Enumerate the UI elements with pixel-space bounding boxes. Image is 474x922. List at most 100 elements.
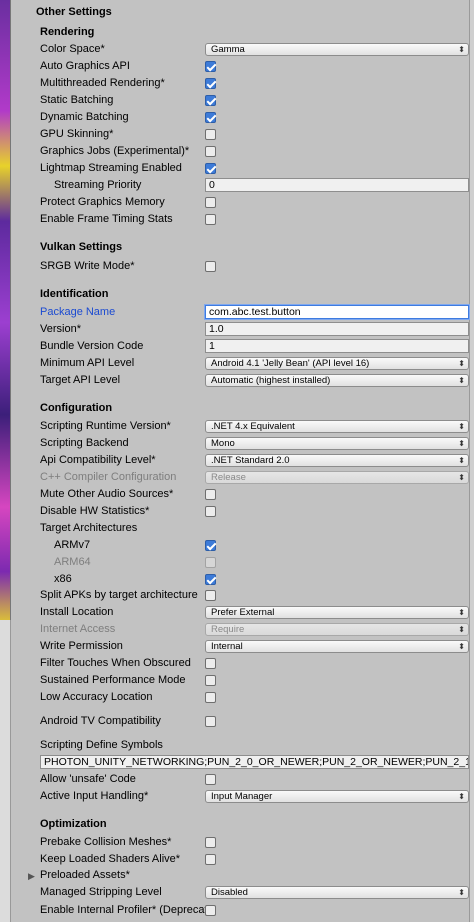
sustained-perf-label: Sustained Performance Mode	[40, 674, 186, 686]
dynamic-batching-label: Dynamic Batching	[40, 111, 129, 123]
sustained-perf-checkbox[interactable]	[205, 675, 216, 686]
dropdown-arrows-icon: ⬍	[458, 888, 465, 897]
mute-audio-label: Mute Other Audio Sources*	[40, 488, 174, 500]
color-space-label: Color Space*	[40, 43, 105, 55]
package-name-label: Package Name	[40, 306, 116, 318]
scripting-backend-value: Mono	[211, 438, 235, 449]
multithreaded-rendering-checkbox[interactable]	[205, 78, 216, 89]
managed-stripping-dropdown[interactable]: Disabled ⬍	[205, 886, 469, 899]
right-scrollbar[interactable]	[469, 0, 474, 922]
min-api-dropdown[interactable]: Android 4.1 'Jelly Bean' (API level 16) ⬍	[205, 357, 469, 370]
target-api-label: Target API Level	[40, 374, 121, 386]
optimization-header: Optimization	[40, 818, 107, 830]
keep-shaders-label: Keep Loaded Shaders Alive*	[40, 853, 181, 865]
dropdown-arrows-icon: ⬍	[458, 625, 465, 634]
static-batching-checkbox[interactable]	[205, 95, 216, 106]
target-arch-label: Target Architectures	[40, 522, 138, 534]
internal-profiler-label: Enable Internal Profiler* (Deprecat	[40, 904, 208, 916]
install-location-dropdown[interactable]: Prefer External ⬍	[205, 606, 469, 619]
write-permission-dropdown[interactable]: Internal ⬍	[205, 640, 469, 653]
lightmap-streaming-label: Lightmap Streaming Enabled	[40, 162, 182, 174]
internal-profiler-checkbox[interactable]	[205, 905, 216, 916]
color-space-dropdown[interactable]: Gamma ⬍	[205, 43, 469, 56]
prebake-checkbox[interactable]	[205, 837, 216, 848]
package-name-field[interactable]: com.abc.test.button	[205, 305, 469, 319]
disable-hw-stats-checkbox[interactable]	[205, 506, 216, 517]
bundle-version-field[interactable]: 1	[205, 339, 469, 353]
scripting-backend-label: Scripting Backend	[40, 437, 129, 449]
managed-stripping-label: Managed Stripping Level	[40, 886, 162, 898]
define-symbols-label: Scripting Define Symbols	[40, 739, 163, 751]
cpp-config-label: C++ Compiler Configuration	[40, 471, 177, 483]
write-permission-value: Internal	[211, 641, 243, 652]
api-compat-dropdown[interactable]: .NET Standard 2.0 ⬍	[205, 454, 469, 467]
define-symbols-field[interactable]: PHOTON_UNITY_NETWORKING;PUN_2_0_OR_NEWER…	[40, 755, 469, 769]
arm64-checkbox	[205, 557, 216, 568]
graphics-jobs-label: Graphics Jobs (Experimental)*	[40, 145, 190, 157]
unsafe-code-label: Allow 'unsafe' Code	[40, 773, 136, 785]
internet-access-label: Internet Access	[40, 623, 116, 635]
mute-audio-checkbox[interactable]	[205, 489, 216, 500]
install-location-value: Prefer External	[211, 607, 275, 618]
color-space-value: Gamma	[211, 44, 245, 55]
install-location-label: Install Location	[40, 606, 114, 618]
android-tv-checkbox[interactable]	[205, 716, 216, 727]
identification-header: Identification	[40, 288, 109, 300]
gpu-skinning-label: GPU Skinning*	[40, 128, 114, 140]
left-scrollbar[interactable]	[0, 620, 11, 922]
scripting-runtime-dropdown[interactable]: .NET 4.x Equivalent ⬍	[205, 420, 469, 433]
scripting-backend-dropdown[interactable]: Mono ⬍	[205, 437, 469, 450]
configuration-header: Configuration	[40, 402, 113, 414]
frame-timing-checkbox[interactable]	[205, 214, 216, 225]
auto-graphics-api-label: Auto Graphics API	[40, 60, 130, 72]
dropdown-arrows-icon: ⬍	[458, 422, 465, 431]
multithreaded-rendering-label: Multithreaded Rendering*	[40, 77, 165, 89]
lightmap-streaming-checkbox[interactable]	[205, 163, 216, 174]
active-input-label: Active Input Handling*	[40, 790, 149, 802]
android-tv-label: Android TV Compatibility	[40, 715, 161, 727]
streaming-priority-label: Streaming Priority	[54, 179, 142, 191]
version-label: Version*	[40, 323, 81, 335]
cpp-config-value: Release	[211, 472, 246, 483]
dynamic-batching-checkbox[interactable]	[205, 112, 216, 123]
filter-touches-label: Filter Touches When Obscured	[40, 657, 191, 669]
dropdown-arrows-icon: ⬍	[458, 608, 465, 617]
protect-graphics-memory-checkbox[interactable]	[205, 197, 216, 208]
frame-timing-label: Enable Frame Timing Stats	[40, 213, 173, 225]
split-apks-checkbox[interactable]	[205, 590, 216, 601]
foldout-arrow-icon[interactable]: ▶	[28, 871, 35, 882]
write-permission-label: Write Permission	[40, 640, 123, 652]
bundle-version-label: Bundle Version Code	[40, 340, 144, 352]
streaming-priority-field[interactable]: 0	[205, 178, 469, 192]
auto-graphics-api-checkbox[interactable]	[205, 61, 216, 72]
active-input-dropdown[interactable]: Input Manager ⬍	[205, 790, 469, 803]
graphics-jobs-checkbox[interactable]	[205, 146, 216, 157]
dropdown-arrows-icon: ⬍	[458, 439, 465, 448]
api-compat-value: .NET Standard 2.0	[211, 455, 290, 466]
dropdown-arrows-icon: ⬍	[458, 642, 465, 651]
preloaded-assets-foldout[interactable]: Preloaded Assets*	[40, 867, 130, 883]
armv7-checkbox[interactable]	[205, 540, 216, 551]
internet-access-dropdown: Require ⬍	[205, 623, 469, 636]
rendering-header: Rendering	[40, 26, 95, 38]
version-field[interactable]: 1.0	[205, 322, 469, 336]
dropdown-arrows-icon: ⬍	[458, 45, 465, 54]
gpu-skinning-checkbox[interactable]	[205, 129, 216, 140]
vulkan-header: Vulkan Settings	[40, 241, 123, 253]
keep-shaders-checkbox[interactable]	[205, 854, 216, 865]
active-input-value: Input Manager	[211, 791, 273, 802]
min-api-label: Minimum API Level	[40, 357, 135, 369]
unsafe-code-checkbox[interactable]	[205, 774, 216, 785]
srgb-write-mode-label: SRGB Write Mode*	[40, 260, 135, 272]
target-api-dropdown[interactable]: Automatic (highest installed) ⬍	[205, 374, 469, 387]
protect-graphics-memory-label: Protect Graphics Memory	[40, 196, 165, 208]
dropdown-arrows-icon: ⬍	[458, 792, 465, 801]
low-accuracy-checkbox[interactable]	[205, 692, 216, 703]
filter-touches-checkbox[interactable]	[205, 658, 216, 669]
prebake-label: Prebake Collision Meshes*	[40, 836, 172, 848]
api-compat-label: Api Compatibility Level*	[40, 454, 156, 466]
dropdown-arrows-icon: ⬍	[458, 473, 465, 482]
srgb-write-mode-checkbox[interactable]	[205, 261, 216, 272]
x86-checkbox[interactable]	[205, 574, 216, 585]
internet-access-value: Require	[211, 624, 245, 635]
